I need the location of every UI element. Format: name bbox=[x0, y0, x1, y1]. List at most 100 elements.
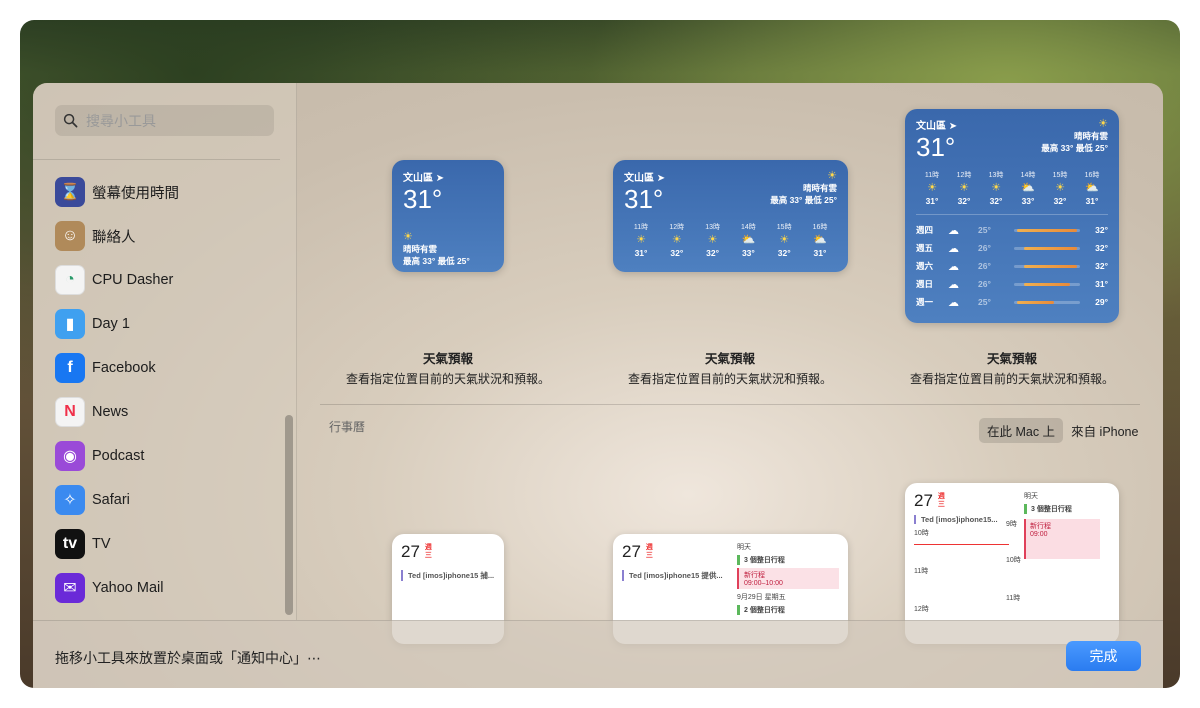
hour-forecast-item: 15時 ☀ 32° bbox=[1044, 170, 1076, 206]
weather-city: 文山區 ➤ bbox=[916, 121, 958, 132]
sidebar-app-item[interactable]: f Facebook bbox=[55, 346, 179, 390]
allday-events: 3 個整日行程 bbox=[737, 555, 839, 565]
hour-forecast-item: 16時 ⛅ 31° bbox=[1076, 170, 1108, 206]
weather-widget-medium[interactable]: 文山區 ➤ 31° ☀ 晴時有雲 最高 33° 最低 25° 11時 ☀ 31° 12… bbox=[613, 160, 848, 272]
hour-time: 11時 bbox=[924, 172, 940, 179]
sidebar-app-item[interactable]: ◉ Podcast bbox=[55, 434, 179, 478]
day-low: 26° bbox=[978, 279, 991, 289]
contacts-icon: ☺ bbox=[55, 221, 85, 251]
timeline-today: 10時 11時 12時 bbox=[914, 528, 1024, 628]
temp-range-bar bbox=[1014, 282, 1080, 286]
day-high: 31° bbox=[1095, 279, 1108, 289]
widget-gallery: ⌛ 螢幕使用時間 ☺ 聯絡人 ◔ CPU Dasher ▮ Day 1 f Facebook N Ne… bbox=[33, 83, 1163, 688]
sidebar-app-item[interactable]: ▮ Day 1 bbox=[55, 302, 179, 346]
sidebar-app-item[interactable]: ✉ Yahoo Mail bbox=[55, 566, 179, 610]
segment-mac[interactable]: 在此 Mac 上 bbox=[979, 418, 1064, 443]
sidebar-app-item[interactable]: N News bbox=[55, 390, 179, 434]
drag-hint: 拖移小工具來放置於桌面或「通知中心」⋯ bbox=[55, 650, 321, 666]
calendar-weekday: 週三 bbox=[645, 544, 653, 559]
sidebar-app-label: 聯絡人 bbox=[92, 229, 136, 246]
hour-forecast-item: 13時 ☀ 32° bbox=[696, 222, 730, 258]
hour-time: 11時 bbox=[633, 224, 649, 231]
hour-temp: 33° bbox=[1021, 196, 1035, 206]
sidebar-app-label: CPU Dasher bbox=[92, 272, 174, 288]
day-high: 29° bbox=[1095, 297, 1108, 307]
hour-time: 12時 bbox=[956, 172, 972, 179]
search-field[interactable] bbox=[55, 105, 274, 136]
new-event[interactable]: 新行程 09:00 bbox=[1024, 519, 1100, 559]
day-name: 週一 bbox=[916, 297, 934, 307]
hour-time: 14時 bbox=[740, 224, 756, 231]
podcast-icon: ◉ bbox=[55, 441, 85, 471]
day-low: 26° bbox=[978, 243, 991, 253]
location-arrow-icon: ➤ bbox=[656, 173, 666, 184]
sun-icon: ☀ bbox=[707, 234, 718, 246]
sun-icon: ☀ bbox=[991, 182, 1001, 194]
temp-range-fill bbox=[1023, 264, 1077, 268]
segment-iphone[interactable]: 來自 iPhone bbox=[1063, 418, 1146, 443]
done-button[interactable]: 完成 bbox=[1066, 641, 1141, 671]
sidebar-app-item[interactable]: ✧ Safari bbox=[55, 478, 179, 522]
weather-widget-small[interactable]: 文山區 ➤ 31° ☀ 晴時有雲 最高 33° 最低 25° bbox=[392, 160, 504, 272]
location-arrow-icon: ➤ bbox=[948, 121, 958, 132]
partly-cloudy-icon: ⛅ bbox=[741, 234, 756, 246]
allday-events: 3 個整日行程 bbox=[1024, 504, 1110, 514]
hour-time: 13時 bbox=[988, 172, 1004, 179]
source-segmented-control: 在此 Mac 上 來自 iPhone bbox=[979, 418, 1146, 443]
hour-time: 13時 bbox=[705, 224, 720, 231]
app-list: ⌛ 螢幕使用時間 ☺ 聯絡人 ◔ CPU Dasher ▮ Day 1 f Facebook N Ne… bbox=[55, 170, 179, 610]
calendar-weekday: 週三 bbox=[424, 544, 432, 559]
sidebar-app-item[interactable]: ◔ CPU Dasher bbox=[55, 258, 179, 302]
gauge-icon: ◔ bbox=[55, 265, 85, 295]
weather-condition: 晴時有雲 bbox=[403, 244, 438, 254]
hour-temp: 31° bbox=[813, 248, 827, 258]
day-low: 25° bbox=[978, 297, 991, 307]
hour-temp: 31° bbox=[634, 248, 648, 258]
weather-caption-medium: 天氣預報 查看指定位置目前的天氣狀況和預報。 bbox=[610, 348, 850, 387]
caption-desc: 查看指定位置目前的天氣狀況和預報。 bbox=[909, 372, 1114, 386]
day-forecast-row: 週一 ☁ 25° 29° bbox=[916, 293, 1108, 311]
weather-temp: 31° bbox=[624, 184, 664, 214]
section-title-calendar: 行事曆 bbox=[329, 420, 366, 434]
weather-caption-small: 天氣預報 查看指定位置目前的天氣狀況和預報。 bbox=[328, 348, 568, 387]
sidebar-app-item[interactable]: ☺ 聯絡人 bbox=[55, 214, 179, 258]
sun-icon: ☀ bbox=[927, 182, 937, 194]
sidebar-app-label: Safari bbox=[92, 492, 130, 508]
new-event[interactable]: 新行程 09:00–10:00 bbox=[737, 568, 839, 589]
mail-icon: ✉ bbox=[55, 573, 85, 603]
hour-forecast-item: 14時 ⛅ 33° bbox=[1012, 170, 1044, 206]
hour-temp: 32° bbox=[957, 196, 971, 206]
caption-title: 天氣預報 bbox=[986, 352, 1037, 366]
temp-range-fill bbox=[1017, 300, 1054, 304]
hour-time: 16時 bbox=[1084, 172, 1100, 179]
day-high: 32° bbox=[1095, 225, 1108, 235]
hourly-forecast: 11時 ☀ 31° 12時 ☀ 32° 13時 ☀ 32° 14時 ⛅ 33° 15時 ☀ 32° 16時 ⛅ 3… bbox=[916, 170, 1108, 215]
search-input[interactable] bbox=[86, 112, 266, 129]
day-low: 25° bbox=[978, 225, 991, 235]
sun-icon: ☀ bbox=[959, 182, 969, 194]
hour-time: 15時 bbox=[1052, 172, 1068, 179]
temp-range-bar bbox=[1014, 246, 1080, 250]
current-time-line bbox=[914, 544, 1009, 545]
hour-forecast-item: 15時 ☀ 32° bbox=[767, 222, 801, 258]
hour-forecast-item: 11時 ☀ 31° bbox=[916, 170, 948, 206]
bookmark-icon: ▮ bbox=[55, 309, 85, 339]
divider bbox=[33, 159, 280, 160]
hour-time: 14時 bbox=[1020, 172, 1036, 179]
weather-widget-large[interactable]: 文山區 ➤ 31° ☀ 晴時有雲 最高 33° 最低 25° 11時 ☀ 31° 12… bbox=[905, 109, 1119, 323]
sidebar-app-item[interactable]: tv TV bbox=[55, 522, 179, 566]
rain-cloud-icon: ☁ bbox=[948, 278, 959, 291]
sidebar: ⌛ 螢幕使用時間 ☺ 聯絡人 ◔ CPU Dasher ▮ Day 1 f Facebook N Ne… bbox=[33, 83, 297, 620]
day-forecast-row: 週五 ☁ 26° 32° bbox=[916, 239, 1108, 257]
hour-temp: 31° bbox=[1085, 196, 1099, 206]
hour-temp: 33° bbox=[741, 248, 755, 258]
day-high: 32° bbox=[1095, 243, 1108, 253]
day-high: 32° bbox=[1095, 261, 1108, 271]
calendar-tomorrow: 明天 bbox=[1024, 493, 1038, 500]
hour-forecast-item: 14時 ⛅ 33° bbox=[731, 222, 765, 258]
temp-range-bar bbox=[1014, 228, 1080, 232]
sidebar-scrollbar[interactable] bbox=[285, 415, 293, 615]
sidebar-app-item[interactable]: ⌛ 螢幕使用時間 bbox=[55, 170, 179, 214]
weather-city: 文山區 ➤ bbox=[624, 173, 666, 184]
day-name: 週四 bbox=[916, 225, 934, 235]
